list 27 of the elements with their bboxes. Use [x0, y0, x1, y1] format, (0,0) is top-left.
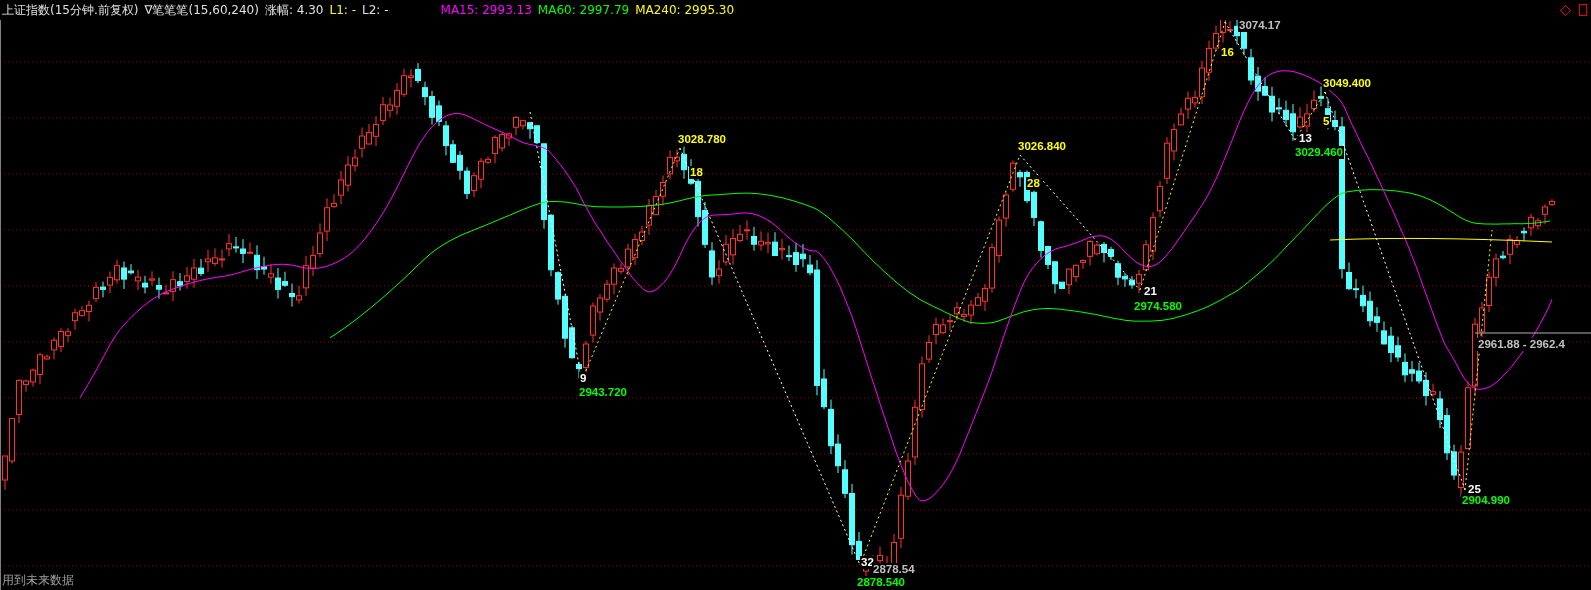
price-annotation: 3028.780: [677, 133, 727, 146]
moving-average-reading: MA60: 2997.79: [537, 3, 630, 17]
price-annotation: 3026.840: [1017, 140, 1067, 153]
price-annotation: 2974.580: [1133, 300, 1183, 313]
price-annotation: 13: [1298, 132, 1313, 145]
change-reading: 涨幅: 4.30: [264, 1, 324, 19]
price-annotation: 3029.460: [1294, 146, 1344, 159]
moving-average-reading: MA240: 2995.30: [635, 3, 735, 17]
footer-note: 用到未来数据: [2, 572, 74, 589]
price-annotation: 3074.17: [1238, 19, 1282, 32]
price-annotation: 2961.88 - 2962.4: [1477, 338, 1566, 351]
l1-reading: L1: -: [329, 3, 356, 17]
price-annotation: 21: [1143, 285, 1158, 298]
price-annotation: 18: [689, 166, 704, 179]
price-annotation: 5: [1322, 115, 1331, 128]
moving-average-reading: MA15: 2993.13: [440, 3, 532, 17]
price-annotation: 9: [579, 372, 588, 385]
indicator-name: ∇笔笔笔(15,60,240): [144, 1, 259, 19]
chart-title: 上证指数(15分钟.前复权): [2, 1, 139, 19]
price-annotation: 2943.720: [578, 386, 628, 399]
price-annotation: 28: [1026, 177, 1041, 190]
price-annotation: 2878.54: [872, 563, 916, 576]
price-annotation: 2878.540: [856, 576, 906, 589]
l2-reading: L2: -: [362, 3, 389, 17]
price-annotation: 16: [1220, 46, 1235, 59]
price-annotation: 3049.400: [1322, 77, 1372, 90]
price-annotation: 2904.990: [1461, 494, 1511, 507]
